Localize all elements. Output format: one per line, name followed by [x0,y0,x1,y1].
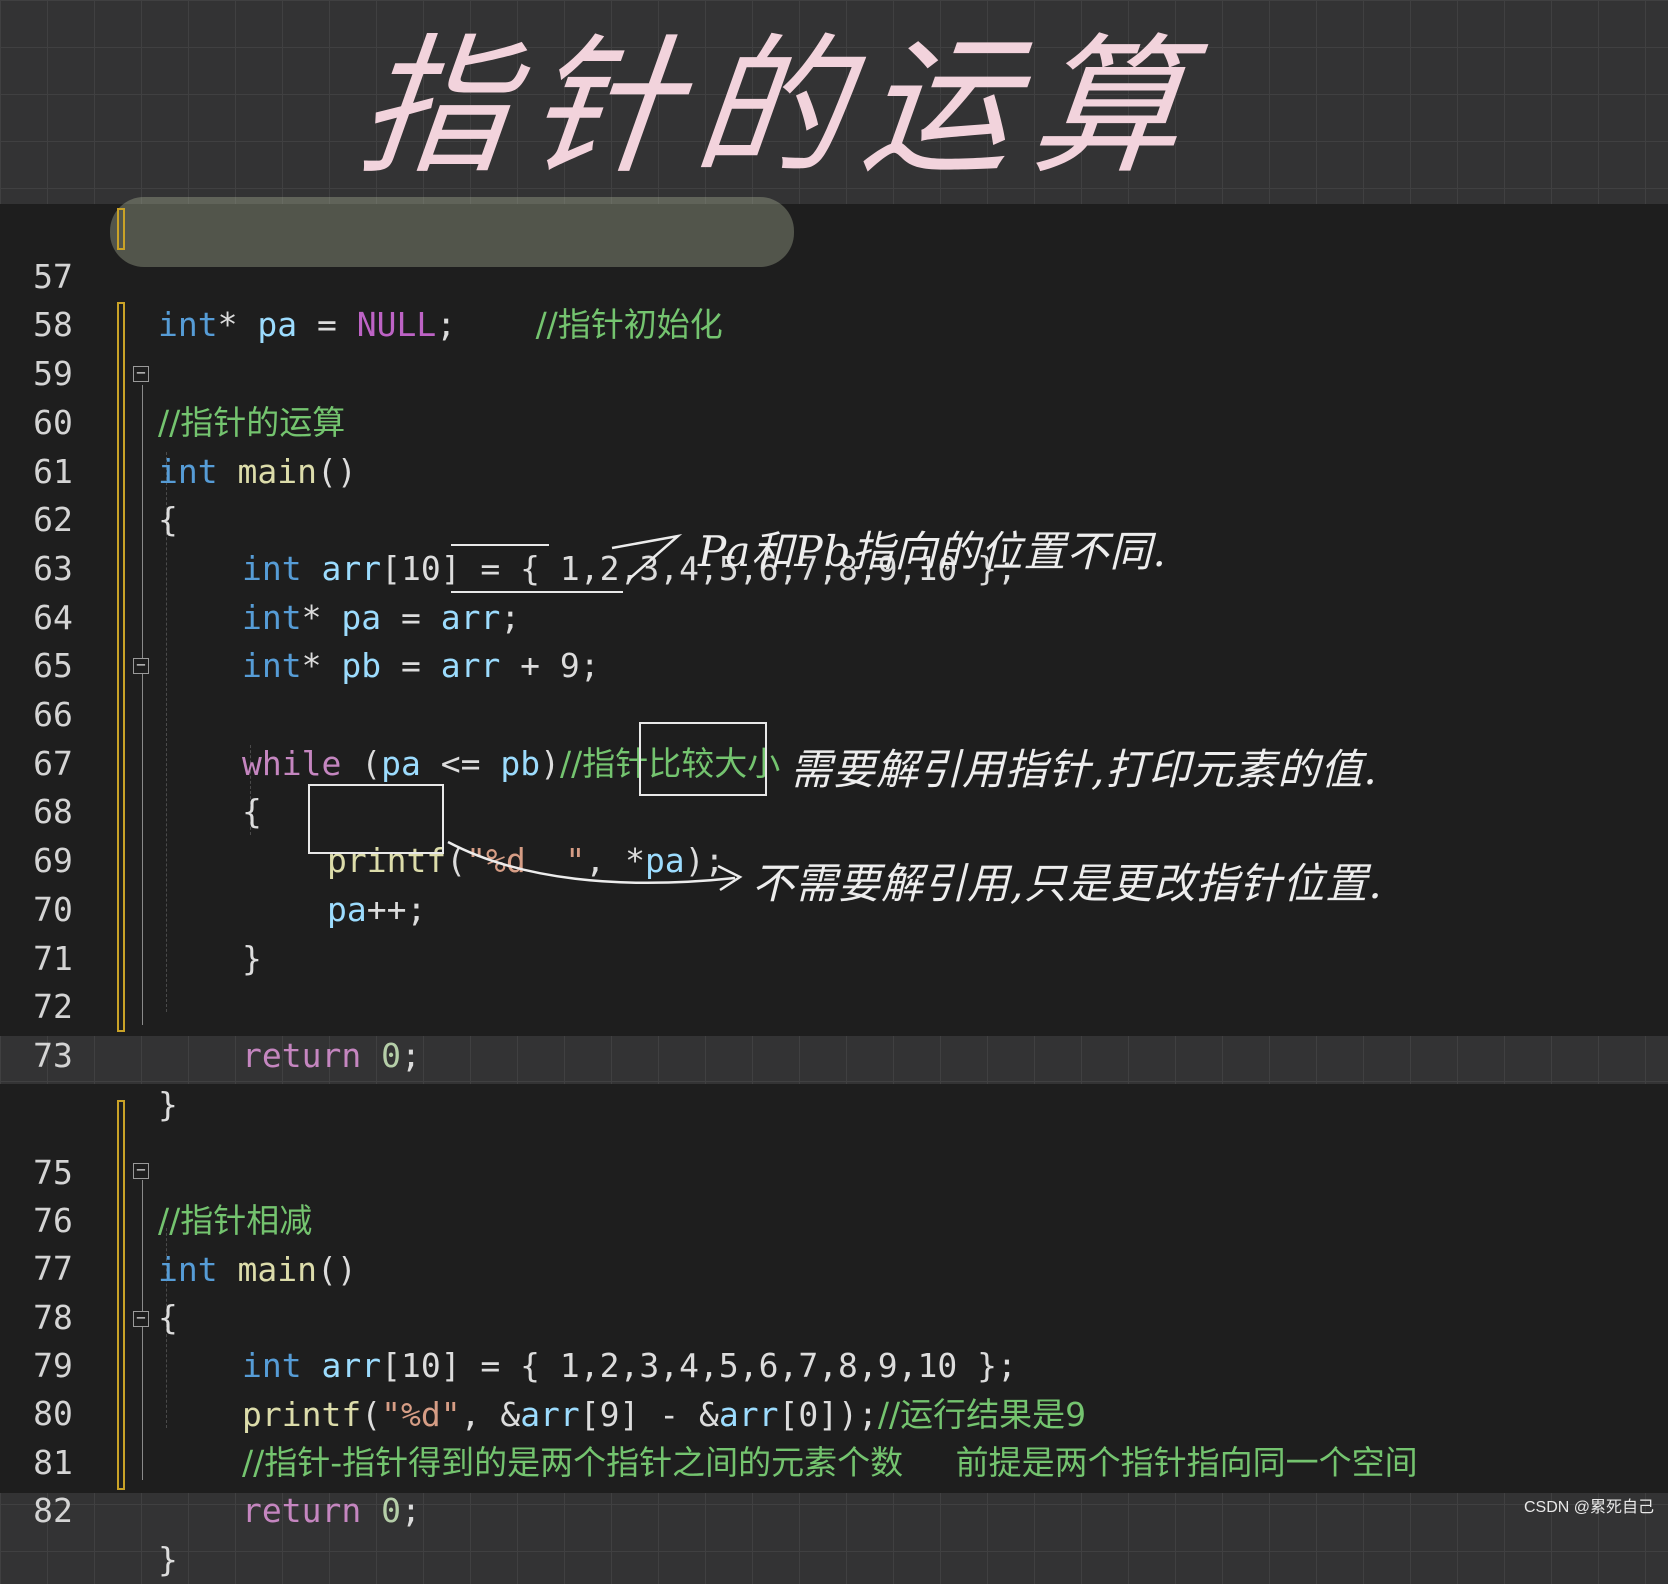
code-text[interactable]: } [158,1536,178,1584]
handwritten-note-2: 需要解引用指针,打印元素的值. [790,736,1378,797]
handwritten-note-1: Pa和Pb指向的位置不同. [698,518,1167,579]
arrow-note1 [612,536,678,580]
handwritten-note-3: 不需要解引用,只是更改指针位置. [752,850,1383,911]
arrow-note3 [448,842,735,883]
watermark: CSDN @累死自己 [1524,1493,1654,1517]
